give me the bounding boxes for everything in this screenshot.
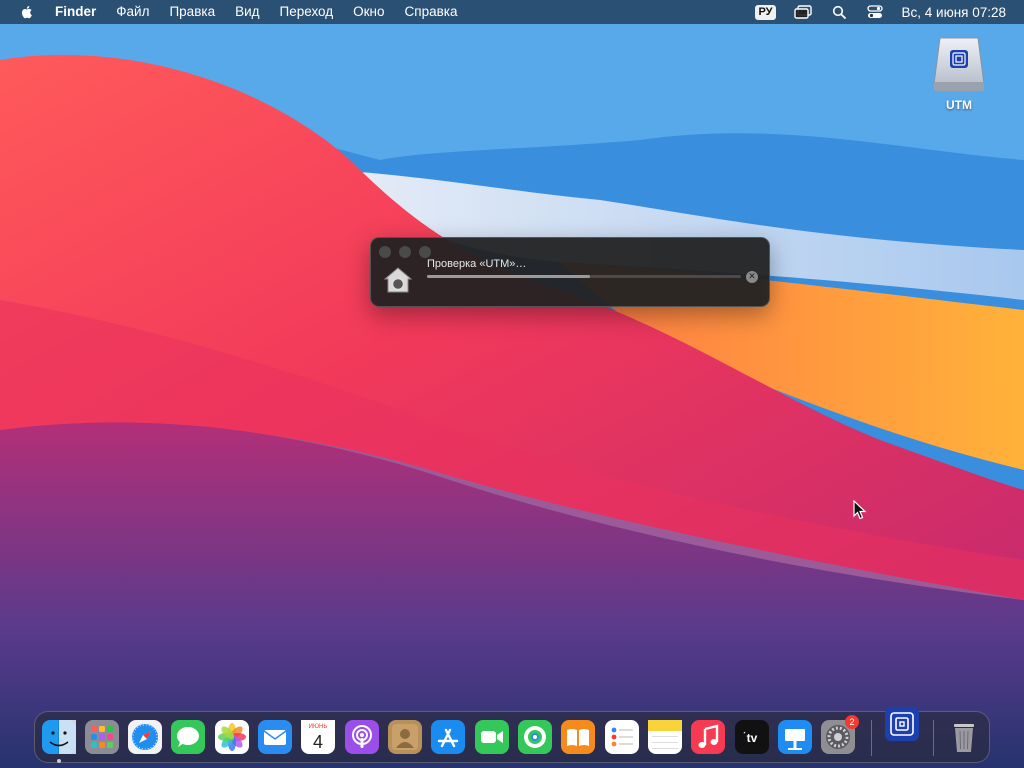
running-indicator (57, 759, 61, 763)
safari-icon (128, 720, 162, 754)
podcasts-icon (345, 720, 379, 754)
stop-icon[interactable]: ✕ (746, 271, 758, 283)
dock-item-mail[interactable] (258, 720, 292, 754)
dock-item-music[interactable] (691, 720, 725, 754)
dock-item-notes[interactable] (648, 720, 682, 754)
mail-icon (258, 720, 292, 754)
menu-window[interactable]: Окно (343, 0, 394, 24)
dock-item-utm[interactable] (885, 707, 919, 741)
disk-image-icon (933, 37, 985, 91)
menu-file[interactable]: Файл (106, 0, 159, 24)
menu-app-name[interactable]: Finder (49, 0, 106, 24)
dock-item-app-store[interactable] (431, 720, 465, 754)
tv-icon: tv (735, 720, 769, 754)
dock-item-trash[interactable] (947, 720, 981, 754)
dock-item-books[interactable] (561, 720, 595, 754)
mouse-pointer-icon (853, 500, 867, 520)
trash-icon (954, 724, 974, 752)
calendar-icon: ИЮНЬ 4 (301, 720, 335, 754)
minimize-button[interactable] (399, 246, 411, 258)
dock: ИЮНЬ 4 tv 2 (34, 707, 990, 763)
menu-edit[interactable]: Правка (159, 0, 225, 24)
menu-view[interactable]: Вид (225, 0, 269, 24)
dock-item-facetime[interactable] (475, 720, 509, 754)
notification-badge: 2 (845, 715, 859, 729)
photos-icon (215, 720, 249, 754)
dock-item-photos[interactable] (215, 720, 249, 754)
books-icon (561, 720, 595, 754)
progress-bar (427, 275, 741, 278)
finder-icon (42, 720, 76, 754)
screen-mirroring-icon[interactable] (793, 4, 812, 20)
apple-logo-icon[interactable] (19, 4, 35, 20)
window-controls (379, 246, 431, 258)
keynote-icon (778, 720, 812, 754)
contacts-icon (388, 720, 422, 754)
notes-icon (648, 720, 682, 754)
verification-progress-panel: Проверка «UTM»… ✕ (370, 237, 770, 307)
app-store-icon (431, 720, 465, 754)
dock-item-keynote[interactable] (778, 720, 812, 754)
dock-item-calendar[interactable]: ИЮНЬ 4 (301, 720, 335, 754)
dock-item-find-my[interactable] (518, 720, 552, 754)
input-source-indicator[interactable]: РУ (755, 4, 776, 20)
menu-go[interactable]: Переход (270, 0, 344, 24)
dock-item-safari[interactable] (128, 720, 162, 754)
gatekeeper-house-icon (383, 267, 413, 293)
dock-item-messages[interactable] (171, 720, 205, 754)
zoom-button[interactable] (419, 246, 431, 258)
desktop (0, 0, 1024, 768)
music-icon (691, 720, 725, 754)
dock-item-finder[interactable] (42, 720, 76, 754)
dock-item-contacts[interactable] (388, 720, 422, 754)
close-button[interactable] (379, 246, 391, 258)
svg-text:4: 4 (313, 732, 323, 752)
menu-bar: Finder Файл Правка Вид Переход Окно Спра… (0, 0, 1024, 24)
dock-item-reminders[interactable] (605, 720, 639, 754)
messages-icon (171, 720, 205, 754)
progress-bar-fill (427, 275, 591, 278)
facetime-icon (475, 720, 509, 754)
reminders-icon (605, 720, 639, 754)
dock-separator (871, 720, 872, 756)
control-center-icon[interactable] (866, 4, 884, 20)
svg-text:ИЮНЬ: ИЮНЬ (309, 724, 328, 730)
launchpad-icon (85, 720, 119, 754)
dock-item-tv[interactable]: tv (735, 720, 769, 754)
desktop-disk-utm[interactable]: UTM (924, 34, 994, 112)
desktop-disk-label: UTM (946, 98, 972, 112)
menu-help[interactable]: Справка (395, 0, 468, 24)
utm-icon (885, 707, 919, 741)
find-my-icon (518, 720, 552, 754)
dock-separator (933, 720, 934, 756)
wallpaper (0, 0, 1024, 768)
svg-text:tv: tv (747, 731, 758, 745)
menu-clock[interactable]: Вс, 4 июня 07:28 (902, 5, 1006, 20)
spotlight-search-icon[interactable] (830, 4, 848, 20)
dock-item-launchpad[interactable] (85, 720, 119, 754)
progress-message: Проверка «UTM»… (427, 258, 527, 270)
dock-item-podcasts[interactable] (345, 720, 379, 754)
